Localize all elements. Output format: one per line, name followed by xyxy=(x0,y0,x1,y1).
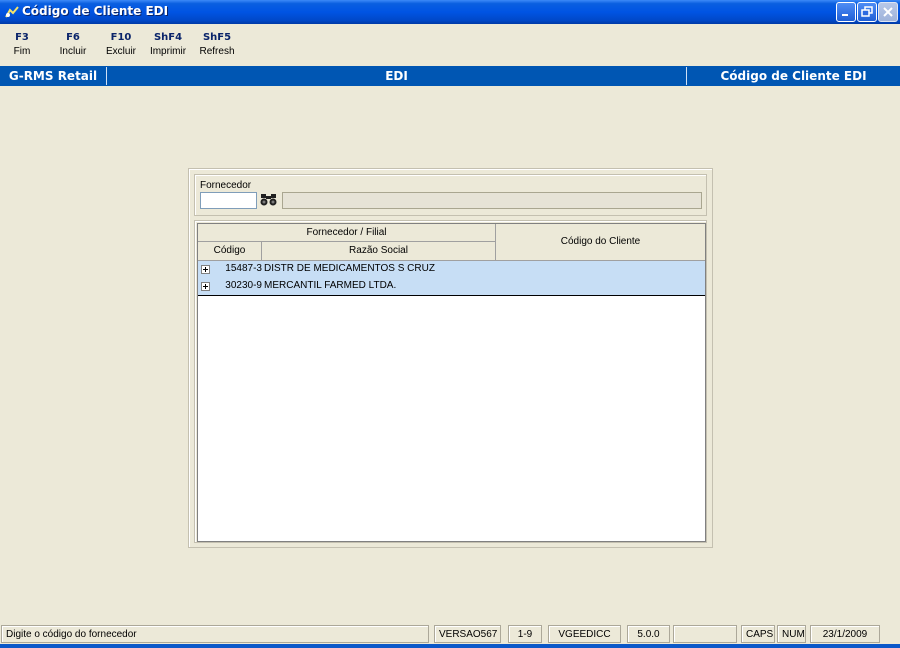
search-fornecedor-button[interactable] xyxy=(259,191,278,210)
status-caps: CAPS xyxy=(741,625,775,643)
fkey-f3-fim[interactable]: F3 Fim xyxy=(10,32,34,57)
grid-row-divider xyxy=(198,295,705,296)
minimize-icon xyxy=(842,14,848,16)
restore-button[interactable] xyxy=(857,2,877,22)
status-release: 5.0.0 xyxy=(627,625,670,643)
status-version: VERSAO567 xyxy=(434,625,501,643)
fkey-shf4-imprimir[interactable]: ShF4 Imprimir xyxy=(148,32,188,57)
fkey-f10-excluir[interactable]: F10 Excluir xyxy=(103,32,139,57)
header-module-name: EDI xyxy=(385,69,408,83)
row-codigo: 30230-9 xyxy=(225,280,262,291)
header-razao-social[interactable]: Razão Social xyxy=(262,242,496,261)
binoculars-icon xyxy=(260,193,277,205)
status-date: 23/1/2009 xyxy=(810,625,880,643)
fornecedor-code-input[interactable] xyxy=(200,192,257,209)
status-num: NUM xyxy=(777,625,806,643)
app-icon xyxy=(5,6,19,18)
status-page: 1-9 xyxy=(508,625,542,643)
row-razao-social: DISTR DE MEDICAMENTOS S CRUZ xyxy=(264,263,435,274)
close-button[interactable] xyxy=(878,2,898,22)
fkey-code: ShF4 xyxy=(153,32,183,43)
table-row[interactable]: 30230-9 MERCANTIL FARMED LTDA. xyxy=(198,278,705,295)
close-icon xyxy=(883,7,893,17)
fkey-label: Refresh xyxy=(199,46,235,57)
header-screen-name: Código de Cliente EDI xyxy=(720,69,867,83)
expand-plus-icon[interactable] xyxy=(201,265,210,274)
function-key-toolbar: F3 Fim F6 Incluir F10 Excluir ShF4 Impri… xyxy=(0,24,900,66)
fkey-code: F6 xyxy=(66,32,80,43)
row-razao-social: MERCANTIL FARMED LTDA. xyxy=(264,280,397,291)
fkey-shf5-refresh[interactable]: ShF5 Refresh xyxy=(196,32,238,57)
bottom-border xyxy=(0,644,900,648)
grid-group: Fornecedor / Filial Código Razão Social … xyxy=(194,220,707,543)
grid-header: Fornecedor / Filial Código Razão Social … xyxy=(198,224,705,261)
header-fornecedor-filial: Fornecedor / Filial xyxy=(198,224,496,242)
status-empty-panel xyxy=(673,625,737,643)
row-codigo: 15487-3 xyxy=(225,263,262,274)
table-row[interactable]: 15487-3 DISTR DE MEDICAMENTOS S CRUZ xyxy=(198,261,705,278)
fkey-label: Imprimir xyxy=(149,46,187,57)
window-title: Código de Cliente EDI xyxy=(22,4,169,18)
header-codigo[interactable]: Código xyxy=(198,242,262,261)
fkey-label: Excluir xyxy=(105,46,136,57)
fornecedor-grid[interactable]: Fornecedor / Filial Código Razão Social … xyxy=(197,223,706,542)
status-message: Digite o código do fornecedor xyxy=(1,625,429,643)
restore-icon xyxy=(861,6,873,17)
module-header: G-RMS Retail EDI Código de Cliente EDI xyxy=(0,66,900,86)
fkey-f6-incluir[interactable]: F6 Incluir xyxy=(56,32,90,57)
header-codigo-cliente[interactable]: Código do Cliente xyxy=(496,224,705,261)
minimize-button[interactable] xyxy=(836,2,856,22)
main-panel: Fornecedor Fornecedor / Filial Código Ra… xyxy=(188,168,713,548)
fkey-code: F3 xyxy=(15,32,29,43)
fornecedor-label: Fornecedor xyxy=(200,180,252,191)
fkey-code: ShF5 xyxy=(202,32,232,43)
status-program: VGEEDICC xyxy=(548,625,621,643)
fkey-label: Fim xyxy=(13,46,31,57)
expand-plus-icon[interactable] xyxy=(201,282,210,291)
fkey-code: F10 xyxy=(110,32,132,43)
fkey-label: Incluir xyxy=(59,46,87,57)
fornecedor-name-display xyxy=(282,192,702,209)
title-bar: Código de Cliente EDI xyxy=(0,0,900,24)
fornecedor-filter-group: Fornecedor xyxy=(194,174,707,216)
header-system-name: G-RMS Retail xyxy=(8,69,98,83)
